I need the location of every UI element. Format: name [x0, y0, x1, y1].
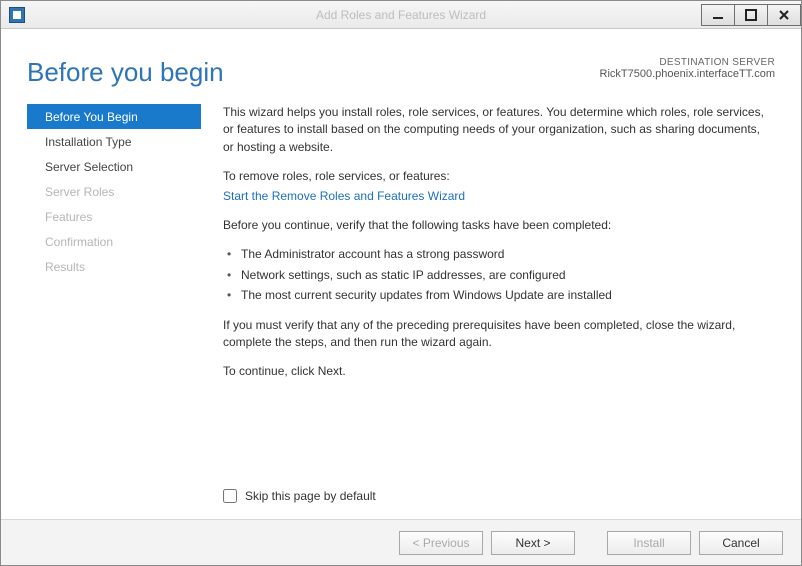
close-icon: [778, 9, 790, 21]
sidebar-item-label: Server Selection: [45, 160, 133, 174]
sidebar-item-server-roles: Server Roles: [27, 179, 201, 204]
maximize-icon: [745, 9, 757, 21]
remove-wizard-link[interactable]: Start the Remove Roles and Features Wiza…: [223, 189, 465, 203]
cancel-button[interactable]: Cancel: [699, 531, 783, 555]
header-row: Before you begin DESTINATION SERVER Rick…: [27, 57, 775, 88]
wizard-body: Before you begin DESTINATION SERVER Rick…: [1, 29, 801, 519]
minimize-button[interactable]: [701, 4, 735, 26]
sidebar-item-label: Before You Begin: [45, 110, 138, 124]
minimize-icon: [712, 9, 724, 21]
wizard-window: Add Roles and Features Wizard Before you…: [0, 0, 802, 566]
sidebar-item-label: Confirmation: [45, 235, 113, 249]
list-item: Network settings, such as static IP addr…: [227, 267, 771, 284]
window-title: Add Roles and Features Wizard: [1, 8, 801, 22]
skip-label: Skip this page by default: [245, 489, 376, 503]
skip-checkbox[interactable]: [223, 489, 237, 503]
remove-lead: To remove roles, role services, or featu…: [223, 168, 771, 185]
close-note: If you must verify that any of the prece…: [223, 317, 771, 352]
continue-note: To continue, click Next.: [223, 363, 771, 380]
footer: < Previous Next > Install Cancel: [1, 519, 801, 565]
sidebar-item-features: Features: [27, 204, 201, 229]
install-button: Install: [607, 531, 691, 555]
sidebar-item-label: Results: [45, 260, 85, 274]
prereq-list: The Administrator account has a strong p…: [227, 246, 771, 304]
destination-label: DESTINATION SERVER: [600, 57, 775, 68]
destination-block: DESTINATION SERVER RickT7500.phoenix.int…: [600, 57, 775, 80]
main-area: Before You Begin Installation Type Serve…: [27, 104, 775, 481]
sidebar-item-installation-type[interactable]: Installation Type: [27, 129, 201, 154]
sidebar-item-label: Features: [45, 210, 92, 224]
close-button[interactable]: [767, 4, 801, 26]
window-controls: [701, 4, 801, 26]
previous-button: < Previous: [399, 531, 483, 555]
sidebar-item-server-selection[interactable]: Server Selection: [27, 154, 201, 179]
next-button[interactable]: Next >: [491, 531, 575, 555]
destination-value: RickT7500.phoenix.interfaceTT.com: [600, 68, 775, 80]
sidebar: Before You Begin Installation Type Serve…: [27, 104, 201, 481]
sidebar-item-label: Server Roles: [45, 185, 114, 199]
intro-text: This wizard helps you install roles, rol…: [223, 104, 771, 156]
sidebar-item-results: Results: [27, 254, 201, 279]
sidebar-item-before-you-begin[interactable]: Before You Begin: [27, 104, 201, 129]
list-item: The most current security updates from W…: [227, 287, 771, 304]
page-title: Before you begin: [27, 57, 224, 88]
sidebar-item-confirmation: Confirmation: [27, 229, 201, 254]
list-item: The Administrator account has a strong p…: [227, 246, 771, 263]
app-icon: [9, 7, 25, 23]
skip-row: Skip this page by default: [27, 481, 775, 509]
verify-lead: Before you continue, verify that the fol…: [223, 217, 771, 234]
sidebar-item-label: Installation Type: [45, 135, 132, 149]
maximize-button[interactable]: [734, 4, 768, 26]
titlebar: Add Roles and Features Wizard: [1, 1, 801, 29]
content-pane: This wizard helps you install roles, rol…: [201, 104, 775, 481]
